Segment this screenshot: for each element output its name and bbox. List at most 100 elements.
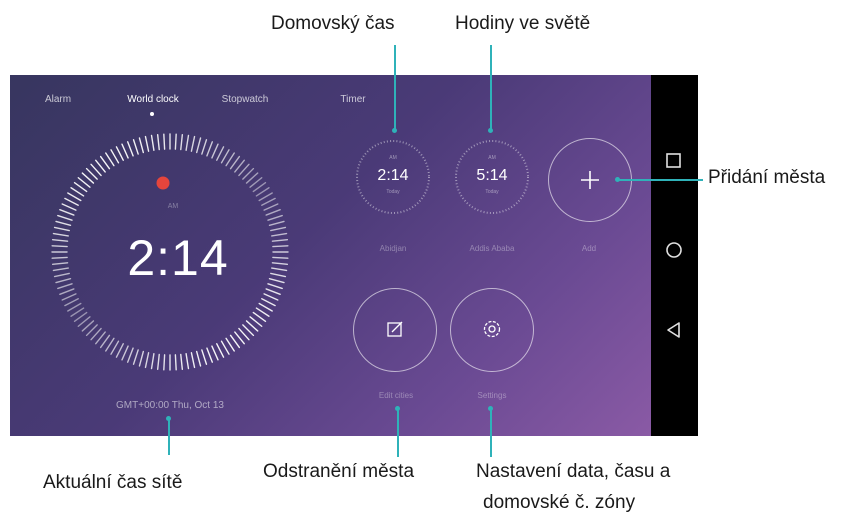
dial-tick — [258, 302, 273, 312]
dial-tick — [252, 311, 267, 323]
dial-tick — [70, 307, 85, 317]
world-clock-city: Addis Ababa — [469, 244, 515, 253]
dial-tick — [99, 155, 111, 170]
settings-button[interactable] — [450, 288, 534, 372]
world-clock-city: Abidjan — [379, 244, 407, 253]
dial-tick — [174, 354, 177, 371]
second-indicator-dot — [156, 176, 170, 190]
dial-tick — [258, 192, 273, 202]
dial-tick — [156, 133, 160, 151]
dial-tick — [156, 353, 160, 371]
dial-tick — [55, 277, 72, 284]
mini-clock-time: 5:14 — [476, 167, 508, 184]
edit-cities-label: Edit cities — [378, 391, 414, 400]
dial-tick — [270, 226, 287, 232]
dial-tick — [99, 334, 111, 349]
callout-remove-city: Odstranění města — [263, 461, 415, 482]
dial-tick — [64, 298, 79, 307]
dial-tick — [70, 187, 85, 197]
dial-tick — [272, 245, 289, 248]
dial-tick — [51, 262, 69, 266]
dial-tick — [255, 307, 270, 317]
circle-icon[interactable] — [663, 239, 685, 261]
dial-tick — [211, 345, 219, 361]
dial-tick — [163, 133, 166, 150]
dial-tick — [61, 293, 77, 301]
gear-icon — [483, 320, 500, 337]
dial-tick — [211, 143, 219, 159]
dial-tick — [263, 203, 279, 211]
tab-alarm[interactable]: Alarm — [45, 94, 71, 105]
edit-cities-button[interactable] — [353, 288, 437, 372]
dial-tick — [51, 245, 68, 248]
dial-tick — [105, 337, 115, 352]
tab-world-clock[interactable]: World clock — [127, 94, 179, 105]
add-city-label: Add — [581, 244, 597, 253]
dial-tick — [206, 347, 213, 363]
dial-tick — [53, 226, 70, 232]
dial-tick — [185, 134, 190, 151]
dial-tick — [55, 220, 72, 227]
dial-tick — [67, 302, 82, 312]
dial-tick — [105, 152, 115, 167]
dial-tick — [67, 192, 82, 202]
mini-clock-ampm: AM — [389, 155, 397, 161]
dial-tick — [201, 349, 208, 365]
dial-tick — [216, 343, 225, 358]
settings-label: Settings — [477, 391, 507, 400]
dial-tick — [263, 293, 279, 301]
dial-tick — [138, 137, 145, 154]
dial-tick — [61, 203, 77, 211]
dial-tick — [190, 352, 196, 369]
navigation-bar — [651, 75, 698, 436]
tab-timer[interactable]: Timer — [340, 94, 365, 105]
back-triangle-icon[interactable] — [663, 319, 685, 341]
dial-tick — [271, 238, 289, 242]
mini-clock-day: Today — [485, 189, 499, 195]
dial-tick — [52, 232, 69, 237]
tab-stopwatch[interactable]: Stopwatch — [222, 94, 269, 105]
dial-tick — [174, 133, 177, 150]
dial-tick — [150, 134, 155, 151]
dial-tick — [121, 143, 129, 159]
dial-tick — [252, 181, 267, 193]
callout-dot-settings — [488, 406, 493, 411]
dial-tick — [195, 350, 202, 367]
callout-add-city: Přidání města — [708, 167, 826, 188]
dial-tick — [59, 288, 75, 295]
clock-app-screen: Alarm World clock Stopwatch Timer AM 2:1… — [10, 75, 651, 436]
dial-tick — [53, 272, 70, 278]
dial-tick — [121, 345, 129, 361]
dial-tick — [180, 353, 184, 371]
dial-tick — [144, 135, 150, 152]
dial-tick — [229, 155, 241, 170]
dial-tick — [57, 214, 73, 221]
edit-icon — [386, 321, 402, 337]
dial-tick — [110, 149, 120, 164]
dial-tick — [163, 354, 166, 371]
mini-clock-ampm: AM — [488, 155, 496, 161]
callout-line-network-time — [168, 418, 170, 455]
dial-tick — [261, 298, 276, 307]
callout-network-time: Aktuální čas sítě — [43, 472, 183, 493]
dial-tick — [127, 141, 134, 157]
world-clock-second[interactable]: AM 5:14 Today — [454, 139, 530, 215]
square-icon[interactable] — [663, 150, 685, 172]
dial-tick — [52, 267, 69, 272]
dial-tick — [268, 277, 285, 284]
dial-tick — [59, 209, 75, 216]
callout-line-add-city — [618, 179, 703, 181]
dial-tick — [270, 272, 287, 278]
dial-tick — [272, 256, 289, 259]
callout-settings-line1: Nastavení data, času a — [476, 461, 671, 482]
mini-clock-time: 2:14 — [377, 167, 409, 184]
world-clock-home[interactable]: AM 2:14 Today — [355, 139, 431, 215]
callout-dot-world-time — [488, 128, 493, 133]
dial-tick — [115, 343, 124, 358]
dial-tick — [268, 220, 285, 227]
dial-tick — [127, 347, 134, 363]
dial-tick — [220, 340, 230, 355]
dial-tick — [110, 340, 120, 355]
dial-tick — [267, 283, 283, 290]
dial-tick — [271, 232, 288, 237]
